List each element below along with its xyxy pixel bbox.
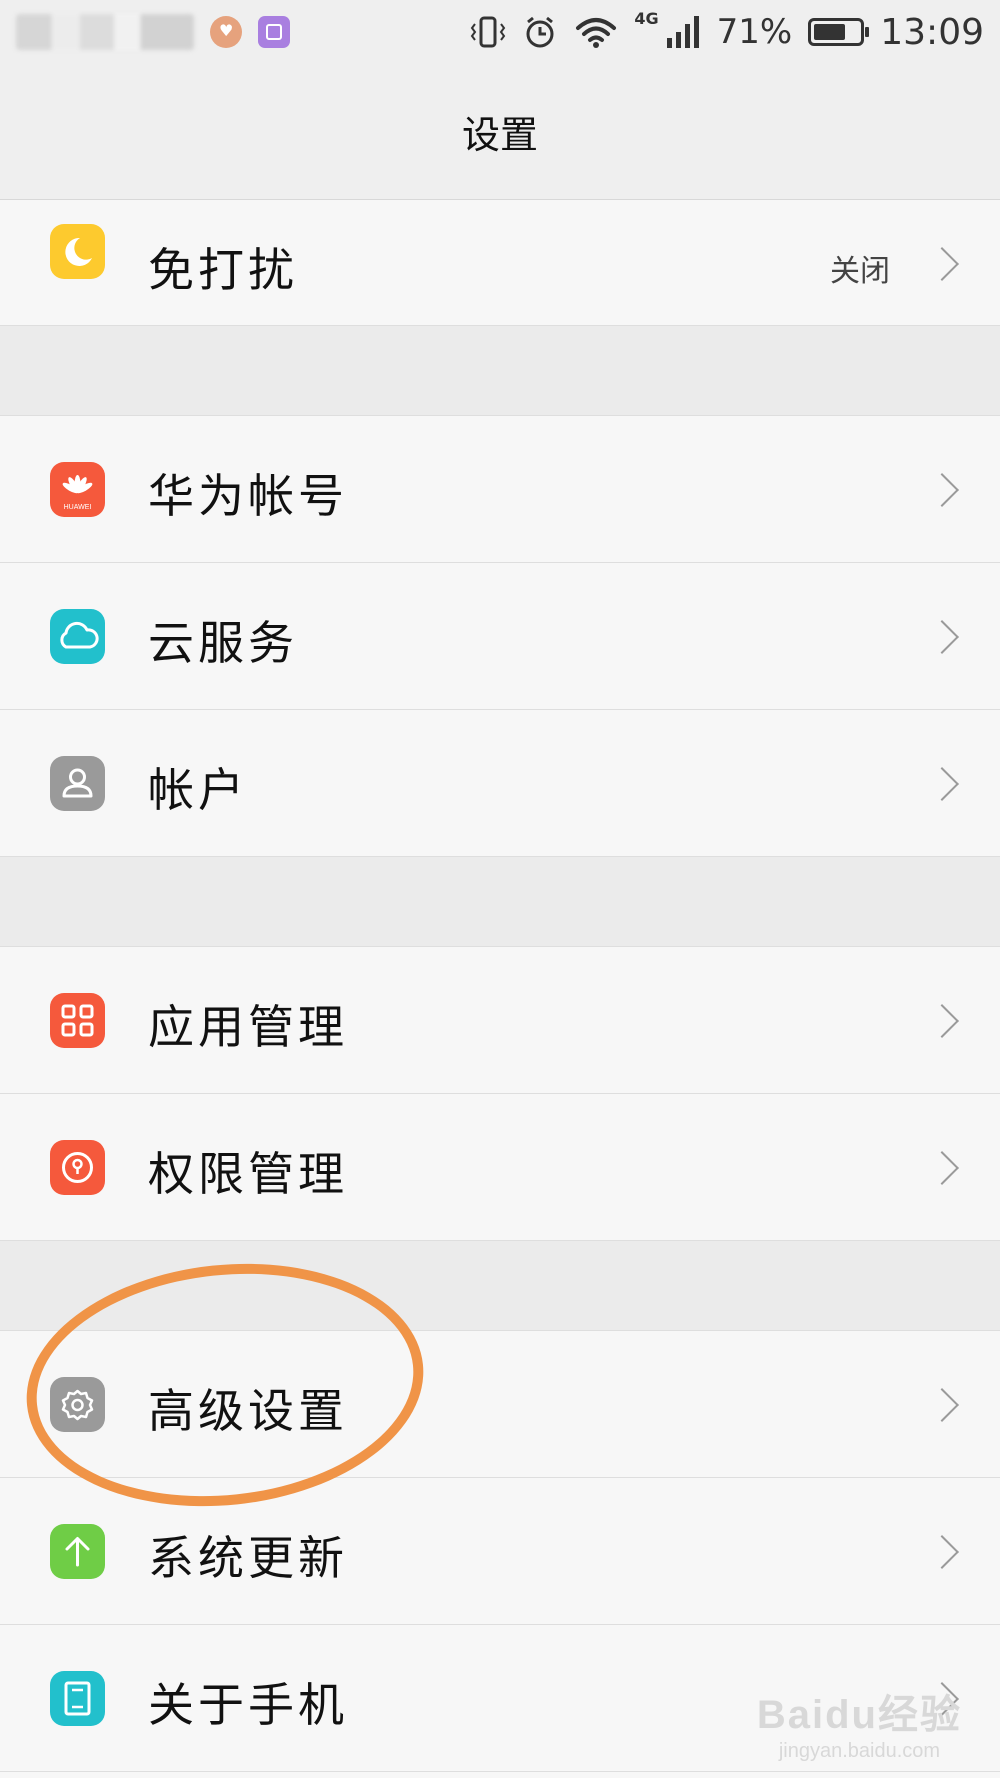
permission-lock-icon [50,1140,105,1195]
row-value: 关闭 [830,254,890,289]
status-bar-right: 4G 71% 13:09 [470,8,984,54]
settings-row-app-management[interactable]: 应用管理 [0,947,1000,1094]
network-type: 4G [634,8,659,28]
settings-row-system-update[interactable]: 系统更新 [0,1478,1000,1625]
status-bar-left [16,12,290,52]
row-label: 免打扰 [148,243,298,297]
watermark-url: jingyan.baidu.com [778,1740,941,1762]
gear-icon [50,1377,105,1432]
row-label: 帐户 [148,763,248,817]
battery-percent: 71% [716,12,793,52]
chevron-right-icon [925,1004,959,1038]
arrow-up-icon [50,1524,105,1579]
row-label: 应用管理 [148,1000,348,1054]
watermark-logo: Baidu经验 [756,1693,962,1737]
battery-icon [808,18,870,46]
person-icon [50,756,105,811]
chevron-right-icon [925,1151,959,1185]
chevron-right-icon [925,767,959,801]
wifi-icon [576,18,617,48]
apps-grid-icon [50,993,105,1048]
cloud-icon [50,609,105,664]
status-bar: 4G 71% 13:09 [0,0,1000,64]
page-title: 设置 [461,113,538,157]
row-label: 系统更新 [148,1531,348,1585]
row-label: 云服务 [148,616,298,670]
chevron-right-icon [925,473,959,507]
phone-info-icon [50,1671,105,1726]
settings-row-cloud-service[interactable]: 云服务 [0,563,1000,710]
baidu-watermark: Baidu经验 jingyan.baidu.com [757,1682,962,1763]
clock: 13:09 [880,11,984,53]
row-label: 关于手机 [148,1678,348,1732]
huawei-logo-icon: HUAWEI [50,462,105,517]
svg-text:HUAWEI: HUAWEI [64,504,92,511]
gallery-icon [258,16,290,48]
section-divider [0,857,1000,947]
chevron-right-icon [925,247,959,281]
avatar-notification-icon [210,16,242,48]
section-divider [0,326,1000,416]
chevron-right-icon [925,620,959,654]
section-divider [0,1241,1000,1331]
row-label: 权限管理 [148,1147,348,1201]
row-label: 华为帐号 [148,469,348,523]
carrier-name-blurred [16,14,194,50]
app-header: 设置 [0,64,1000,200]
chevron-right-icon [925,1535,959,1569]
alarm-icon [526,16,554,48]
settings-row-huawei-id[interactable]: HUAWEI 华为帐号 [0,416,1000,563]
settings-row-advanced-settings[interactable]: 高级设置 [0,1331,1000,1478]
settings-row-accounts[interactable]: 帐户 [0,710,1000,857]
moon-icon [50,224,105,279]
chevron-right-icon [925,1388,959,1422]
row-label: 高级设置 [148,1384,348,1438]
vibrate-icon [471,16,506,48]
settings-row-permission-management[interactable]: 权限管理 [0,1094,1000,1241]
settings-row-do-not-disturb[interactable]: 免打扰 关闭 [0,200,1000,326]
signal-icon [666,16,699,48]
